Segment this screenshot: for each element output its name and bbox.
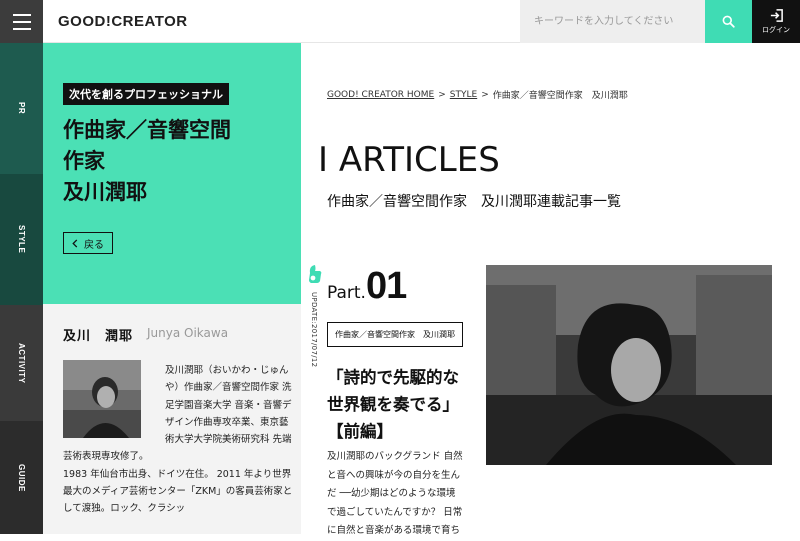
hamburger-icon-bar bbox=[12, 20, 31, 23]
page-subtitle: 作曲家／音響空間作家 及川潤耶連載記事一覧 bbox=[327, 194, 621, 210]
series-tag: 次代を創るプロフェッショナル bbox=[63, 83, 229, 105]
article-photo[interactable] bbox=[486, 265, 772, 465]
login-label: ログイン bbox=[762, 26, 790, 34]
series-header-panel: 次代を創るプロフェッショナル 作曲家／音響空間 作家 及川潤耶 戻る bbox=[43, 43, 301, 304]
sidenav-item-guide[interactable]: GUIDE bbox=[0, 421, 43, 534]
search-input[interactable] bbox=[520, 0, 705, 43]
sidenav-label: GUIDE bbox=[17, 463, 26, 492]
creator-profile: 及川 潤耶 Junya Oikawa 及川潤耶（おいかわ・じゅんや）作曲家／音響… bbox=[43, 304, 301, 534]
profile-bio-text: 1983 年仙台市出身、ドイツ在住。 2011 年より世界最大のメディア芸術セン… bbox=[63, 468, 293, 515]
breadcrumb-style-link[interactable]: STYLE bbox=[450, 90, 477, 100]
search-icon bbox=[722, 15, 735, 28]
headline-line: 及川潤耶 bbox=[63, 180, 147, 204]
sidenav-item-style[interactable]: STYLE bbox=[0, 174, 43, 305]
search-box bbox=[520, 0, 705, 43]
login-button[interactable]: ログイン bbox=[752, 0, 800, 43]
site-logo[interactable]: GOOD!CREATOR bbox=[58, 13, 188, 30]
update-date: UPDATE:2017/07/12 bbox=[310, 292, 318, 368]
headline-line: 作曲家／音響空間 bbox=[63, 118, 231, 142]
top-header: GOOD!CREATOR ログイン bbox=[0, 0, 800, 43]
page-title: I ARTICLES bbox=[318, 140, 500, 180]
hamburger-icon-bar bbox=[12, 27, 31, 30]
breadcrumb-current: 作曲家／音響空間作家 及川潤耶 bbox=[492, 91, 628, 101]
chevron-left-icon bbox=[72, 238, 78, 248]
headline-line: 作家 bbox=[63, 149, 105, 173]
thumbs-up-icon bbox=[309, 265, 322, 283]
part-digits: 01 bbox=[365, 265, 407, 307]
part-label: Part. bbox=[327, 283, 366, 303]
breadcrumb-home-link[interactable]: GOOD! CREATOR HOME bbox=[327, 90, 434, 100]
breadcrumb-separator: > bbox=[438, 89, 446, 100]
sidenav-item-activity[interactable]: ACTIVITY bbox=[0, 305, 43, 421]
hamburger-icon bbox=[12, 13, 31, 16]
back-button[interactable]: 戻る bbox=[63, 232, 113, 254]
sidenav-label: PR bbox=[17, 102, 26, 115]
article-title[interactable]: 「詩的で先駆的な世界観を奏でる」【前編】 bbox=[327, 364, 467, 445]
breadcrumb: GOOD! CREATOR HOME > STYLE > 作曲家／音響空間作家 … bbox=[327, 88, 628, 102]
back-label: 戻る bbox=[84, 239, 104, 251]
search-button[interactable] bbox=[705, 0, 752, 43]
profile-bio: 及川潤耶（おいかわ・じゅんや）作曲家／音響空間作家 洗足学園音楽大学 音楽・音響… bbox=[63, 362, 293, 518]
sidenav-label: ACTIVITY bbox=[17, 342, 26, 384]
sidenav-label: STYLE bbox=[17, 225, 26, 254]
hamburger-menu-button[interactable] bbox=[0, 0, 43, 43]
creator-headline: 作曲家／音響空間 作家 及川潤耶 bbox=[63, 115, 283, 208]
profile-roman-name: Junya Oikawa bbox=[147, 326, 229, 340]
side-navigation: PR STYLE ACTIVITY GUIDE bbox=[0, 43, 43, 534]
article-excerpt: 及川潤耶のバックグランド 自然と音への興味が今の自分を生んだ ──幼少期はどのよ… bbox=[327, 451, 463, 536]
breadcrumb-separator: > bbox=[481, 89, 489, 100]
article-category[interactable]: 作曲家／音響空間作家 及川潤耶 bbox=[327, 322, 463, 347]
sidenav-item-pr[interactable]: PR bbox=[0, 43, 43, 174]
profile-name: 及川 潤耶 bbox=[63, 329, 134, 344]
article-card[interactable]: UPDATE:2017/07/12 Part. 01 作曲家／音響空間作家 及川… bbox=[300, 260, 800, 536]
login-icon bbox=[770, 9, 783, 22]
part-number: Part. 01 bbox=[327, 265, 407, 308]
